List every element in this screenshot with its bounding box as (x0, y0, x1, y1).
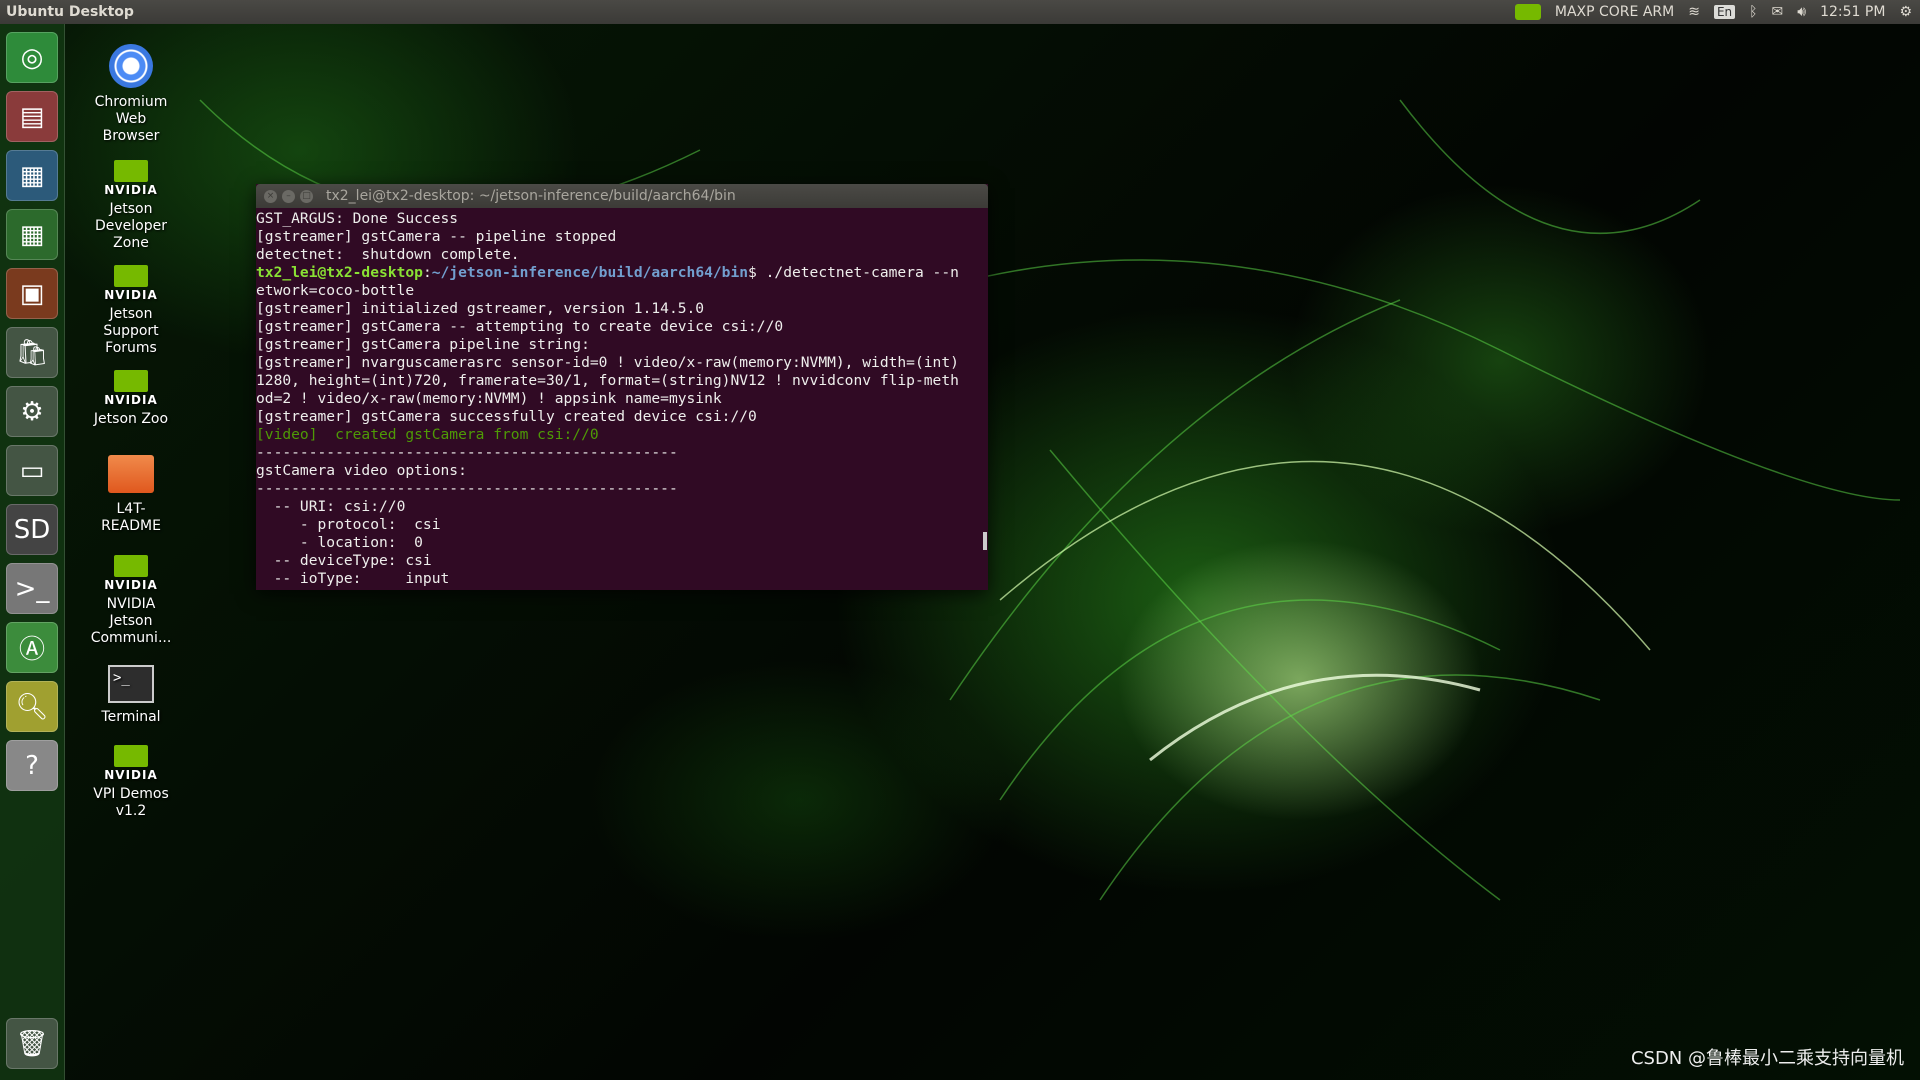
terminal-line: [gstreamer] gstCamera -- attempting to c… (256, 318, 784, 335)
desktop-icon[interactable]: NVIDIA Jetson Developer Zone (88, 160, 174, 252)
launcher-terminal-icon[interactable]: >_ (6, 563, 58, 614)
terminal-line: ----------------------------------------… (256, 480, 678, 497)
terminal-line: -- ioType: input (256, 570, 450, 587)
terminal-line: GST_ARGUS: Done Success (256, 210, 459, 227)
launcher-software-updater-icon[interactable]: Ⓐ (6, 622, 58, 673)
launcher-trash-icon[interactable]: 🗑︎ (6, 1018, 58, 1069)
terminal-line: detectnet: shutdown complete. (256, 246, 520, 263)
terminal-line: [video] created gstCamera from csi://0 (256, 426, 599, 443)
desktop-icon-label: Terminal (101, 709, 161, 725)
nvidia-logo-icon: NVIDIA (88, 555, 174, 594)
watermark: CSDN @鲁棒最小二乘支持向量机 (1630, 1048, 1904, 1069)
desktop-icon[interactable]: NVIDIA Jetson Support Forums (88, 265, 174, 357)
terminal-line: [gstreamer] initialized gstreamer, versi… (256, 300, 705, 317)
top-panel: Ubuntu Desktop MAXP CORE ARM ≋ En ᛒ ✉ 🔊︎… (0, 0, 1920, 24)
bluetooth-icon[interactable]: ᛒ (1749, 4, 1757, 20)
terminal-output[interactable]: GST_ARGUS: Done Success [gstreamer] gstC… (256, 208, 988, 590)
terminal-icon: >_ (108, 665, 154, 703)
system-tray: MAXP CORE ARM ≋ En ᛒ ✉ 🔊︎ 12:51 PM ⚙ (1514, 0, 1912, 24)
terminal-line: -- deviceType: csi (256, 552, 432, 569)
prompt-line: tx2_lei@tx2-desktop:~/jetson-inference/b… (256, 264, 959, 299)
launcher-files-icon[interactable]: ▤ (6, 91, 58, 142)
desktop-icon[interactable]: >_ Terminal (88, 665, 174, 726)
launcher-help-icon[interactable]: ? (6, 740, 58, 791)
desktop-icon-label: Jetson Zoo (93, 411, 169, 427)
power-gear-icon[interactable]: ⚙ (1899, 4, 1912, 20)
launcher-libreoffice-writer-icon[interactable]: ▦ (6, 150, 58, 201)
desktop-icon-label: Chromium Web Browser (94, 94, 168, 144)
terminal-line: [gstreamer] gstCamera -- pipeline stoppe… (256, 228, 617, 245)
launcher-libreoffice-calc-icon[interactable]: ▦ (6, 209, 58, 260)
nvidia-logo-icon: NVIDIA (88, 370, 174, 409)
terminal-line: [gstreamer] nvarguscamerasrc sensor-id=0… (256, 354, 959, 407)
power-mode-label[interactable]: MAXP CORE ARM (1555, 4, 1674, 20)
launcher-libreoffice-impress-icon[interactable]: ▣ (6, 268, 58, 319)
folder-icon (108, 455, 154, 493)
desktop-icon[interactable]: NVIDIA NVIDIA Jetson Communi... (88, 555, 174, 647)
desktop-icon[interactable]: NVIDIA VPI Demos v1.2 (88, 745, 174, 820)
prompt-path: ~/jetson-inference/build/aarch64/bin (431, 264, 749, 281)
desktop-icon-label: Jetson Support Forums (103, 306, 159, 356)
terminal-line: gstCamera video options: (256, 462, 467, 479)
launcher-drive-icon[interactable]: ▭ (6, 445, 58, 496)
nvidia-icon[interactable] (1514, 4, 1541, 20)
maximize-icon[interactable]: □ (300, 189, 313, 203)
terminal-line: [gstreamer] gstCamera pipeline string: (256, 336, 590, 353)
terminal-window[interactable]: × – □ tx2_lei@tx2-desktop: ~/jetson-infe… (256, 184, 988, 590)
clock[interactable]: 12:51 PM (1820, 4, 1885, 20)
launcher: ◎ ▤ ▦ ▦ ▣ 🛍︎ ⚙ ▭ SD >_ Ⓐ 🔍︎? 🗑︎ (0, 24, 65, 1080)
mail-icon[interactable]: ✉ (1772, 4, 1784, 20)
terminal-line: -- URI: csi://0 (256, 498, 406, 515)
panel-title: Ubuntu Desktop (6, 4, 134, 20)
desktop-icon-label: NVIDIA Jetson Communi... (90, 596, 172, 646)
terminal-line: - location: 0 (256, 534, 423, 551)
launcher-sd-card-icon[interactable]: SD (6, 504, 58, 555)
volume-icon[interactable]: 🔊︎ (1797, 4, 1806, 20)
window-title: tx2_lei@tx2-desktop: ~/jetson-inference/… (326, 188, 736, 204)
chromium-icon (109, 44, 153, 88)
desktop-icon-label: Jetson Developer Zone (94, 201, 167, 251)
wifi-icon[interactable]: ≋ (1688, 4, 1700, 20)
launcher-system-settings-icon[interactable]: ⚙ (6, 386, 58, 437)
minimize-icon[interactable]: – (282, 189, 295, 203)
close-icon[interactable]: × (264, 189, 277, 203)
desktop-icon[interactable]: Chromium Web Browser (88, 44, 174, 145)
launcher-ubuntu-dash-icon[interactable]: ◎ (6, 32, 58, 83)
scrollbar[interactable] (983, 532, 987, 550)
terminal-line: ----------------------------------------… (256, 444, 678, 461)
nvidia-logo-icon: NVIDIA (88, 745, 174, 784)
terminal-titlebar[interactable]: × – □ tx2_lei@tx2-desktop: ~/jetson-infe… (256, 184, 988, 208)
launcher-software-center-icon[interactable]: 🛍︎ (6, 327, 58, 378)
prompt-user: tx2_lei@tx2-desktop (256, 264, 423, 281)
nvidia-logo-icon: NVIDIA (88, 265, 174, 304)
launcher-image-viewer-icon[interactable]: 🔍︎ (6, 681, 58, 732)
desktop-icon-label: L4T-README (101, 501, 161, 534)
desktop-icon[interactable]: L4T-README (88, 455, 174, 535)
desktop-icon-label: VPI Demos v1.2 (93, 786, 169, 819)
desktop-icon[interactable]: NVIDIA Jetson Zoo (88, 370, 174, 428)
keyboard-layout[interactable]: En (1713, 5, 1736, 19)
terminal-line: [gstreamer] gstCamera successfully creat… (256, 408, 757, 425)
nvidia-logo-icon: NVIDIA (88, 160, 174, 199)
terminal-line: - protocol: csi (256, 516, 441, 533)
